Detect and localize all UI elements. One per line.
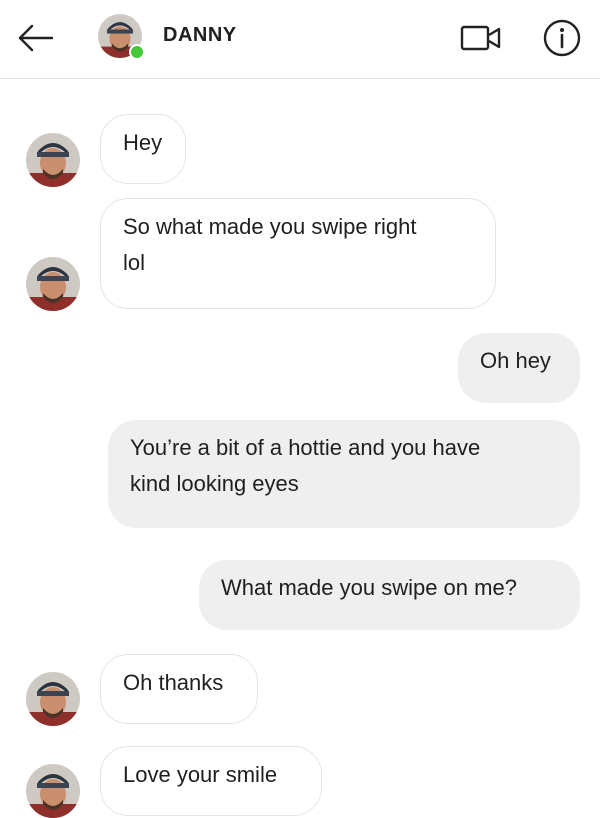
- sender-avatar[interactable]: [26, 672, 80, 726]
- back-arrow-icon: [18, 24, 54, 52]
- message-bubble-incoming[interactable]: Love your smile: [100, 746, 322, 816]
- sender-avatar[interactable]: [26, 257, 80, 311]
- contact-avatar[interactable]: [98, 14, 145, 60]
- avatar-photo-icon: [26, 133, 80, 187]
- message-bubble-incoming[interactable]: So what made you swipe right lol: [100, 198, 496, 309]
- sender-avatar[interactable]: [26, 133, 80, 187]
- video-call-icon: [460, 25, 501, 51]
- video-call-button[interactable]: [458, 20, 504, 56]
- message-bubble-outgoing[interactable]: Oh hey: [458, 333, 580, 403]
- avatar-photo-icon: [26, 672, 80, 726]
- avatar-photo-icon: [26, 764, 80, 818]
- contact-name[interactable]: DANNY: [163, 24, 237, 47]
- message-bubble-incoming[interactable]: Oh thanks: [100, 654, 258, 724]
- message-bubble-outgoing[interactable]: What made you swipe on me?: [199, 560, 580, 630]
- message-bubble-outgoing[interactable]: You’re a bit of a hottie and you have ki…: [108, 420, 580, 528]
- back-button[interactable]: [16, 20, 56, 56]
- message-bubble-incoming[interactable]: Hey: [100, 114, 186, 184]
- info-icon: [543, 19, 581, 57]
- online-status-indicator: [129, 44, 145, 60]
- info-button[interactable]: [541, 17, 583, 59]
- sender-avatar[interactable]: [26, 764, 80, 818]
- chat-header: DANNY: [0, 0, 600, 79]
- avatar-photo-icon: [26, 257, 80, 311]
